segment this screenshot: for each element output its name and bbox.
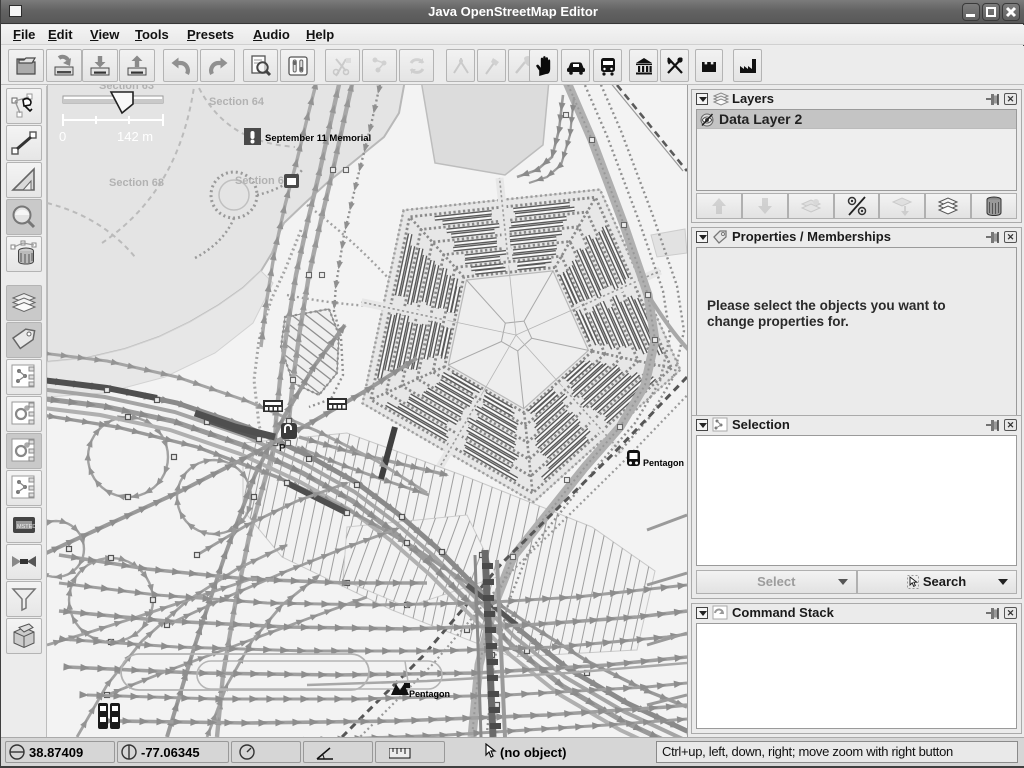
svg-text:Section 64: Section 64 xyxy=(209,96,265,108)
svg-text:Pentagon: Pentagon xyxy=(409,689,450,699)
svg-text:MSTED: MSTED xyxy=(17,524,36,530)
svg-text:Section 69: Section 69 xyxy=(235,175,290,187)
svg-text:142 m: 142 m xyxy=(117,129,153,144)
svg-text:0: 0 xyxy=(59,129,66,144)
svg-text:Section 63: Section 63 xyxy=(99,85,154,92)
svg-text:September 11 Memorial: September 11 Memorial xyxy=(265,133,371,144)
svg-text:Section 68: Section 68 xyxy=(109,177,164,189)
svg-text:Pentagon: Pentagon xyxy=(643,458,684,468)
svg-text:P: P xyxy=(279,443,286,454)
